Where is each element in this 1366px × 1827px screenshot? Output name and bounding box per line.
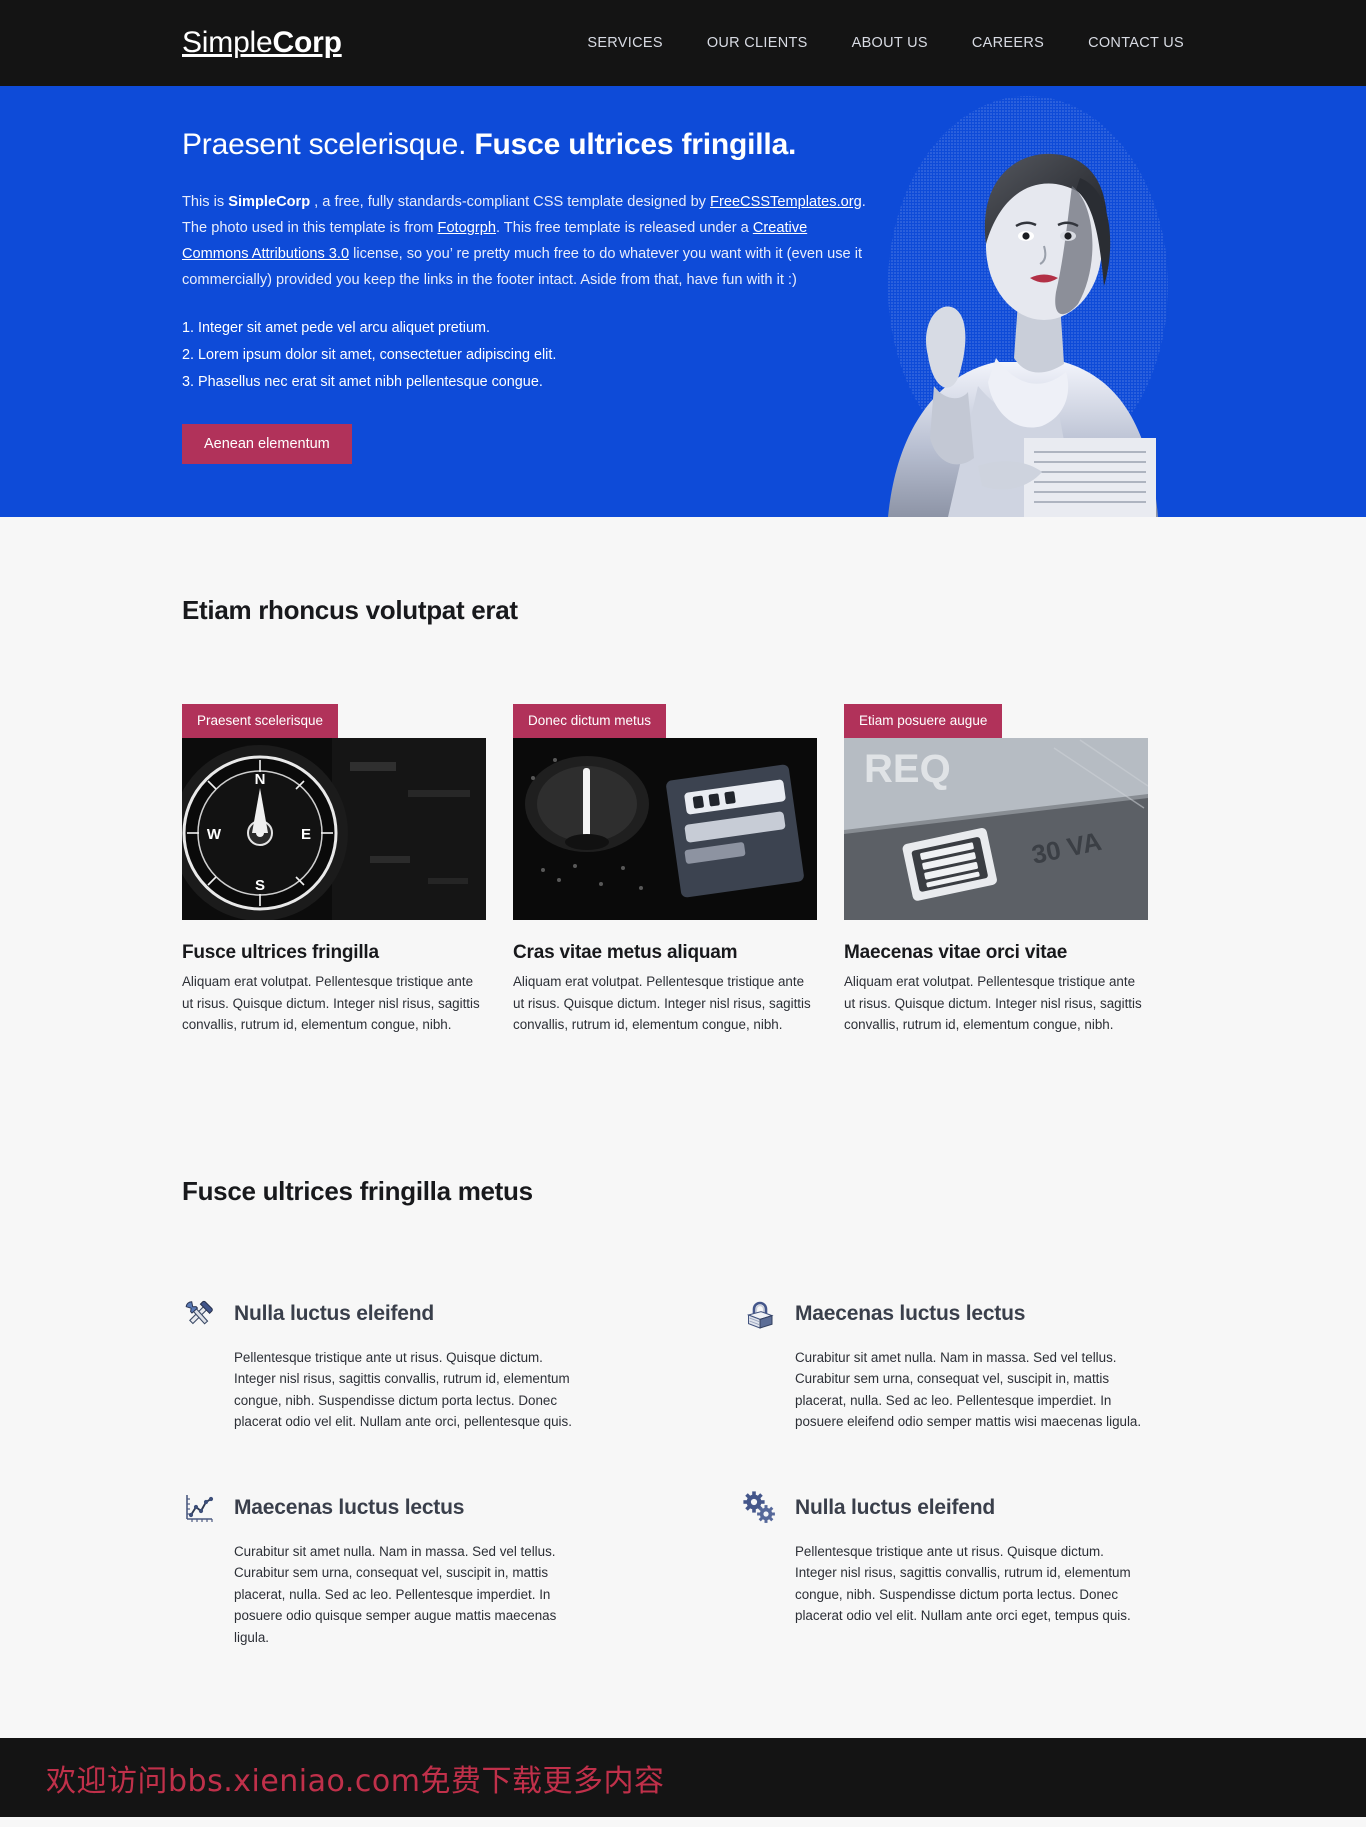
- site-footer: 欢迎访问bbs.xieniao.com免费下载更多内容: [0, 1738, 1366, 1817]
- feature-head: Nulla luctus eleifend: [743, 1490, 1184, 1525]
- feature-item: Maecenas luctus lectus Curabitur sit ame…: [182, 1491, 623, 1649]
- line-chart-icon: [182, 1491, 216, 1525]
- feature-body: Pellentesque tristique ante ut risus. Qu…: [234, 1349, 572, 1430]
- hero-photo: [828, 86, 1188, 517]
- header-inner: SimpleCorp SERVICES OUR CLIENTS ABOUT US…: [0, 26, 1366, 60]
- card-tag[interactable]: Etiam posuere augue: [844, 704, 1003, 738]
- feature-head: Nulla luctus eleifend: [182, 1297, 623, 1331]
- feature-title: Maecenas luctus lectus: [795, 1301, 1026, 1325]
- hero-paragraph: This is SimpleCorp , a free, fully stand…: [182, 189, 870, 293]
- cards-section-title: Etiam rhoncus volutpat erat: [182, 595, 518, 625]
- hero-list-item-text: Lorem ipsum dolor sit amet, consectetuer…: [198, 347, 557, 363]
- hero-title-regular: Praesent scelerisque.: [182, 128, 475, 161]
- hero-list-item-text: Phasellus nec erat sit amet nibh pellent…: [198, 374, 543, 390]
- link-fotogrph[interactable]: Fotogrph: [438, 220, 496, 236]
- card-item[interactable]: Etiam posuere augue REQ 30 VA Maecenas v…: [844, 704, 1148, 1036]
- hero-brand-name: SimpleCorp: [228, 194, 311, 210]
- logo-text-bold: Corp: [272, 26, 342, 59]
- cards-section: Etiam rhoncus volutpat erat Praesent sce…: [0, 517, 1366, 1036]
- main-navigation: SERVICES OUR CLIENTS ABOUT US CAREERS CO…: [587, 35, 1184, 51]
- hero-title-bold: Fusce ultrices fringilla.: [474, 128, 797, 161]
- hero-list-item: 3. Phasellus nec erat sit amet nibh pelle…: [182, 369, 720, 396]
- tools-icon: [182, 1297, 216, 1331]
- nav-item-our-clients[interactable]: OUR CLIENTS: [707, 35, 808, 51]
- hero-list-item-number: 2.: [182, 347, 195, 363]
- card-tag[interactable]: Praesent scelerisque: [182, 704, 339, 738]
- padlock-icon: [743, 1297, 777, 1331]
- hero-para-part2: , a free, fully standards-compliant CSS …: [310, 194, 711, 210]
- feature-body: Curabitur sit amet nulla. Nam in massa. …: [234, 1543, 557, 1645]
- hero-list-item-number: 3.: [182, 374, 195, 390]
- hero-para-part1: This is: [182, 194, 229, 210]
- hero-list: 1. Integer sit amet pede vel arcu aliquet…: [182, 315, 720, 396]
- page-root: SimpleCorp SERVICES OUR CLIENTS ABOUT US…: [0, 0, 1366, 1817]
- svg-text:E: E: [301, 826, 311, 843]
- card-body: Aliquam erat volutpat. Pellentesque tris…: [844, 974, 1142, 1032]
- svg-text:N: N: [255, 771, 266, 788]
- hero-content: Praesent scelerisque. Fusce ultrices fri…: [0, 86, 866, 464]
- hero-cta-button[interactable]: Aenean elementum: [182, 424, 352, 464]
- nav-item-careers[interactable]: CAREERS: [972, 35, 1044, 51]
- nav-item-contact-us[interactable]: CONTACT US: [1088, 35, 1184, 51]
- card-photo-audio: [513, 738, 817, 920]
- card-item[interactable]: Praesent scelerisque N S W E Fusce ultri…: [182, 704, 486, 1036]
- card-title: Cras vitae metus aliquam: [513, 942, 738, 963]
- feature-body: Pellentesque tristique ante ut risus. Qu…: [795, 1543, 1131, 1624]
- cards-list: Praesent scelerisque N S W E Fusce ultri…: [182, 704, 1184, 1036]
- card-body: Aliquam erat volutpat. Pellentesque tris…: [513, 974, 811, 1032]
- card-photo-compass: N S W E: [182, 738, 486, 920]
- feature-item: Nulla luctus eleifend Pellentesque trist…: [182, 1297, 623, 1433]
- feature-head: Maecenas luctus lectus: [182, 1491, 623, 1525]
- svg-text:REQ: REQ: [864, 747, 951, 791]
- feature-body: Curabitur sit amet nulla. Nam in massa. …: [795, 1349, 1142, 1430]
- features-section: Fusce ultrices fringilla metus Nulla luc…: [0, 1035, 1366, 1738]
- hero-banner: Praesent scelerisque. Fusce ultrices fri…: [0, 86, 1366, 517]
- hero-title: Praesent scelerisque. Fusce ultrices fri…: [182, 128, 796, 162]
- feature-head: Maecenas luctus lectus: [743, 1297, 1184, 1331]
- card-tag[interactable]: Donec dictum metus: [513, 704, 667, 738]
- nav-item-about-us[interactable]: ABOUT US: [852, 35, 928, 51]
- hero-list-item-text: Integer sit amet pede vel arcu aliquet p…: [198, 320, 490, 336]
- logo-text-light: Simple: [182, 26, 273, 59]
- feature-title: Nulla luctus eleifend: [234, 1301, 435, 1325]
- site-header: SimpleCorp SERVICES OUR CLIENTS ABOUT US…: [0, 0, 1366, 86]
- card-body: Aliquam erat volutpat. Pellentesque tris…: [182, 974, 480, 1032]
- feature-item: Maecenas luctus lectus Curabitur sit ame…: [743, 1297, 1184, 1433]
- nav-item-services[interactable]: SERVICES: [587, 35, 662, 51]
- features-section-title: Fusce ultrices fringilla metus: [182, 1175, 533, 1206]
- hero-list-item: 2. Lorem ipsum dolor sit amet, consectetu…: [182, 342, 720, 369]
- card-photo-control-panel: REQ 30 VA: [844, 738, 1148, 920]
- hero-list-item-number: 1.: [182, 320, 195, 336]
- gears-icon: [743, 1490, 777, 1525]
- hero-para-part4: . This free template is released under a: [495, 220, 753, 236]
- features-grid: Nulla luctus eleifend Pellentesque trist…: [182, 1297, 1184, 1649]
- svg-text:S: S: [255, 877, 265, 894]
- card-title: Fusce ultrices fringilla: [182, 942, 379, 963]
- card-title: Maecenas vitae orci vitae: [844, 942, 1068, 963]
- cards-wrap: Etiam rhoncus volutpat erat Praesent sce…: [0, 595, 1366, 1036]
- hero-list-item: 1. Integer sit amet pede vel arcu aliquet…: [182, 315, 720, 342]
- feature-title: Nulla luctus eleifend: [795, 1495, 996, 1519]
- link-freecsstemplates[interactable]: FreeCSSTemplates.org: [710, 194, 862, 210]
- site-logo[interactable]: SimpleCorp: [182, 26, 342, 60]
- card-item[interactable]: Donec dictum metus Cras vitae metus aliq…: [513, 704, 817, 1036]
- feature-title: Maecenas luctus lectus: [234, 1495, 465, 1519]
- footer-promo-text: 欢迎访问bbs.xieniao.com免费下载更多内容: [46, 1763, 665, 1799]
- svg-text:W: W: [207, 826, 222, 843]
- features-wrap: Fusce ultrices fringilla metus Nulla luc…: [0, 1176, 1366, 1649]
- feature-item: Nulla luctus eleifend Pellentesque trist…: [743, 1490, 1184, 1649]
